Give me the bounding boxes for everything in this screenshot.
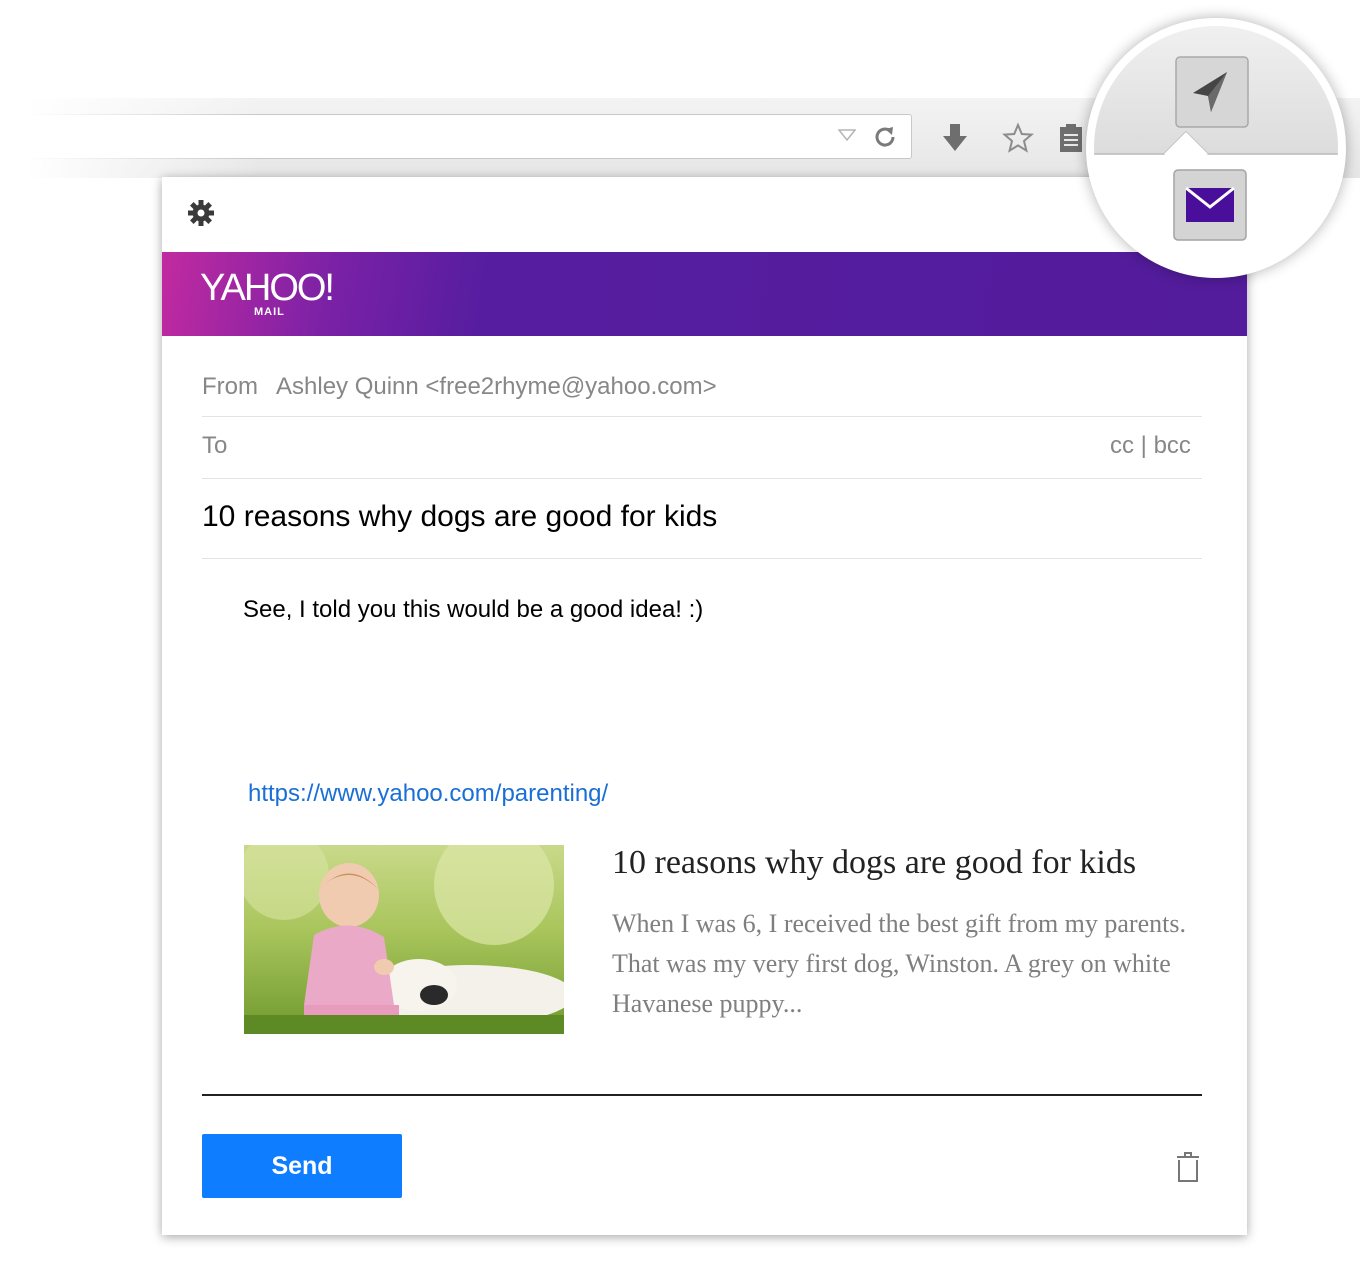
yahoo-logo-subtitle: MAIL [254, 306, 285, 318]
to-field[interactable] [240, 430, 1080, 464]
envelope-icon[interactable] [1173, 169, 1247, 241]
link-card-description: When I was 6, I received the best gift f… [612, 909, 1186, 1018]
reload-icon[interactable] [872, 124, 898, 150]
download-arrow-icon[interactable] [940, 122, 970, 154]
send-button[interactable]: Send [202, 1134, 402, 1198]
dropdown-arrow-icon[interactable] [838, 129, 856, 141]
link-card-title[interactable]: 10 reasons why dogs are good for kids [612, 844, 1192, 882]
gear-icon[interactable] [186, 198, 216, 228]
from-value[interactable]: Ashley Quinn <free2rhyme@yahoo.com> [276, 373, 717, 401]
separator [202, 416, 1202, 417]
clipboard-icon[interactable] [1056, 122, 1086, 154]
compose-divider [202, 1094, 1202, 1096]
star-icon[interactable] [1002, 122, 1034, 154]
separator [202, 558, 1202, 559]
toolbar-fade [0, 90, 260, 190]
cc-bcc-toggle[interactable]: cc | bcc [1110, 432, 1191, 460]
from-label: From [202, 373, 258, 400]
subject-field[interactable]: 10 reasons why dogs are good for kids [202, 500, 717, 534]
message-body[interactable]: See, I told you this would be a good ide… [243, 596, 703, 624]
paper-plane-icon[interactable] [1175, 56, 1249, 128]
trash-icon[interactable] [1174, 1151, 1202, 1183]
parenting-link[interactable]: https://www.yahoo.com/parenting/ [248, 780, 608, 808]
separator [202, 478, 1202, 479]
link-preview-image[interactable] [244, 845, 564, 1034]
yahoo-logo: YAHOO! [200, 267, 335, 309]
to-label: To [202, 432, 228, 459]
